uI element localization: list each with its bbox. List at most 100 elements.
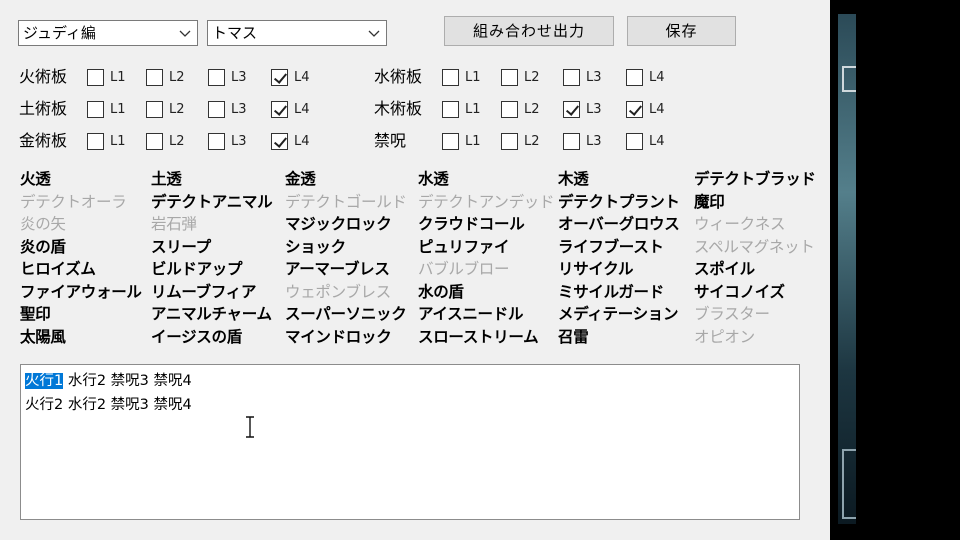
spell-item: 炎の矢	[20, 215, 66, 233]
level-checkbox-l4[interactable]: L4	[626, 67, 665, 87]
spell-item: 岩石弾	[151, 215, 197, 233]
board-label: 禁呪	[374, 131, 407, 150]
checkbox-checked-icon[interactable]	[271, 132, 288, 150]
level-label: L3	[231, 133, 247, 149]
spell-column: 水透 デテクトアンデッド クラウドコール ピュリファイ バブルブロー 水の盾 アイスニードル…	[418, 168, 554, 348]
level-checkbox-l1[interactable]: L1	[87, 131, 126, 151]
spell-column: 土透 デテクトアニマル 岩石弾 スリープ ビルドアップ リムーブフィア アニマルチャーム イー…	[151, 168, 273, 348]
level-checkbox-l1[interactable]: L1	[442, 67, 481, 87]
combination-export-button[interactable]: 組み合わせ出力	[444, 16, 614, 46]
checkbox-unchecked-icon[interactable]	[442, 132, 459, 150]
level-checkbox-l2[interactable]: L2	[501, 131, 540, 151]
checkbox-unchecked-icon[interactable]	[501, 132, 518, 150]
level-label: L1	[110, 69, 126, 85]
level-label: L1	[465, 69, 481, 85]
spell-item: 木透	[558, 170, 589, 188]
spell-item: スポイル	[694, 260, 755, 278]
spell-item: デテクトプラント	[558, 192, 680, 211]
spell-item: デテクトゴールド	[285, 192, 407, 211]
sub-select[interactable]: トマス	[207, 20, 387, 46]
output-line-2: 火行2 水行2 禁呪3 禁呪4	[25, 397, 192, 413]
checkbox-checked-icon[interactable]	[626, 100, 643, 118]
level-checkbox-l3[interactable]: L3	[208, 99, 247, 119]
level-label: L4	[649, 69, 665, 85]
level-checkbox-l1[interactable]: L1	[442, 131, 481, 151]
level-checkbox-l2[interactable]: L2	[146, 99, 185, 119]
output-textarea[interactable]: 火行1 水行2 禁呪3 禁呪4 火行2 水行2 禁呪3 禁呪4	[20, 364, 800, 520]
checkbox-unchecked-icon[interactable]	[442, 100, 459, 118]
level-checkbox-l3[interactable]: L3	[563, 67, 602, 87]
spell-item: 土透	[151, 170, 182, 188]
level-label: L1	[110, 133, 126, 149]
level-label: L3	[586, 69, 602, 85]
checkbox-unchecked-icon[interactable]	[442, 68, 459, 86]
spell-item: 炎の盾	[20, 237, 66, 256]
checkbox-unchecked-icon[interactable]	[146, 100, 163, 118]
checkbox-unchecked-icon[interactable]	[501, 68, 518, 86]
spell-item: ヒロイズム	[20, 260, 96, 278]
level-checkbox-l2[interactable]: L2	[501, 99, 540, 119]
save-button[interactable]: 保存	[627, 16, 736, 46]
level-checkbox-l4[interactable]: L4	[271, 67, 310, 87]
checkbox-checked-icon[interactable]	[271, 100, 288, 118]
spell-column: 火透 デテクトオーラ 炎の矢 炎の盾 ヒロイズム ファイアウォール 聖印 太陽風	[20, 168, 142, 348]
level-checkbox-l3[interactable]: L3	[563, 99, 602, 119]
level-label: L4	[649, 133, 665, 149]
checkbox-unchecked-icon[interactable]	[146, 132, 163, 150]
spell-item: ビルドアップ	[151, 260, 243, 278]
spell-item: オピオン	[694, 327, 755, 346]
checkbox-unchecked-icon[interactable]	[208, 100, 225, 118]
level-checkbox-l2[interactable]: L2	[501, 67, 540, 87]
spell-column: デテクトブラッド 魔印 ウィークネス スペルマグネット スポイル サイコノイズ ブラスターオ…	[694, 168, 816, 348]
level-label: L3	[586, 133, 602, 149]
level-label: L2	[169, 101, 185, 117]
spell-item: ブラスター	[694, 305, 770, 323]
level-checkbox-l4[interactable]: L4	[271, 131, 310, 151]
checkbox-unchecked-icon[interactable]	[87, 100, 104, 118]
checkbox-unchecked-icon[interactable]	[146, 68, 163, 86]
spell-item: イージスの盾	[151, 327, 242, 346]
character-select[interactable]: ジュディ編	[18, 20, 198, 46]
spell-item: アーマーブレス	[285, 260, 390, 278]
level-label: L1	[110, 101, 126, 117]
checkbox-checked-icon[interactable]	[563, 100, 580, 118]
spell-item: 火透	[20, 170, 51, 188]
checkbox-unchecked-icon[interactable]	[208, 132, 225, 150]
spell-item: デテクトブラッド	[694, 170, 816, 188]
level-checkbox-l1[interactable]: L1	[87, 67, 126, 87]
level-checkbox-l4[interactable]: L4	[271, 99, 310, 119]
checkbox-unchecked-icon[interactable]	[626, 68, 643, 86]
level-checkbox-l4[interactable]: L4	[626, 99, 665, 119]
level-checkbox-l3[interactable]: L3	[563, 131, 602, 151]
checkbox-unchecked-icon[interactable]	[87, 68, 104, 86]
checkbox-checked-icon[interactable]	[271, 68, 288, 86]
spell-item: 太陽風	[20, 327, 66, 346]
spell-item: 召雷	[558, 327, 589, 346]
board-label: 土術板	[19, 99, 68, 118]
checkbox-unchecked-icon[interactable]	[563, 132, 580, 150]
level-checkbox-l3[interactable]: L3	[208, 67, 247, 87]
spell-item: アニマルチャーム	[151, 305, 272, 323]
level-checkbox-l2[interactable]: L2	[146, 131, 185, 151]
spell-item: スローストリーム	[418, 327, 539, 346]
level-checkbox-l2[interactable]: L2	[146, 67, 185, 87]
level-label: L2	[524, 69, 540, 85]
level-label: L2	[169, 133, 185, 149]
spell-item: スーパーソニック	[285, 305, 407, 323]
level-label: L3	[586, 101, 602, 117]
checkbox-unchecked-icon[interactable]	[87, 132, 104, 150]
level-checkbox-l1[interactable]: L1	[87, 99, 126, 119]
level-checkbox-l3[interactable]: L3	[208, 131, 247, 151]
level-checkbox-l1[interactable]: L1	[442, 99, 481, 119]
spell-column: 木透 デテクトプラント オーバーグロウス ライフブースト リサイクル ミサイルガード メディ…	[558, 168, 680, 348]
spell-item: リサイクル	[558, 260, 634, 278]
spell-item: オーバーグロウス	[558, 215, 680, 233]
checkbox-unchecked-icon[interactable]	[208, 68, 225, 86]
background-window	[838, 14, 856, 524]
checkbox-unchecked-icon[interactable]	[563, 68, 580, 86]
spell-item: 水透	[418, 170, 449, 188]
checkbox-unchecked-icon[interactable]	[626, 132, 643, 150]
checkbox-unchecked-icon[interactable]	[501, 100, 518, 118]
level-checkbox-l4[interactable]: L4	[626, 131, 665, 151]
spell-item: デテクトオーラ	[20, 192, 127, 211]
